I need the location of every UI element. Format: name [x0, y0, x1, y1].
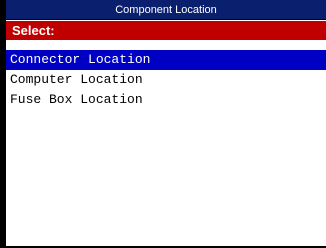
window-title: Component Location	[6, 0, 326, 20]
component-list: Connector Location Computer Location Fus…	[6, 50, 326, 246]
component-location-window: Component Location Select: Connector Loc…	[0, 0, 326, 248]
header-separator	[6, 42, 326, 50]
list-item-computer-location[interactable]: Computer Location	[6, 70, 326, 90]
list-item-connector-location[interactable]: Connector Location	[6, 50, 326, 70]
list-item-fuse-box-location[interactable]: Fuse Box Location	[6, 90, 326, 110]
select-header: Select:	[6, 20, 326, 42]
